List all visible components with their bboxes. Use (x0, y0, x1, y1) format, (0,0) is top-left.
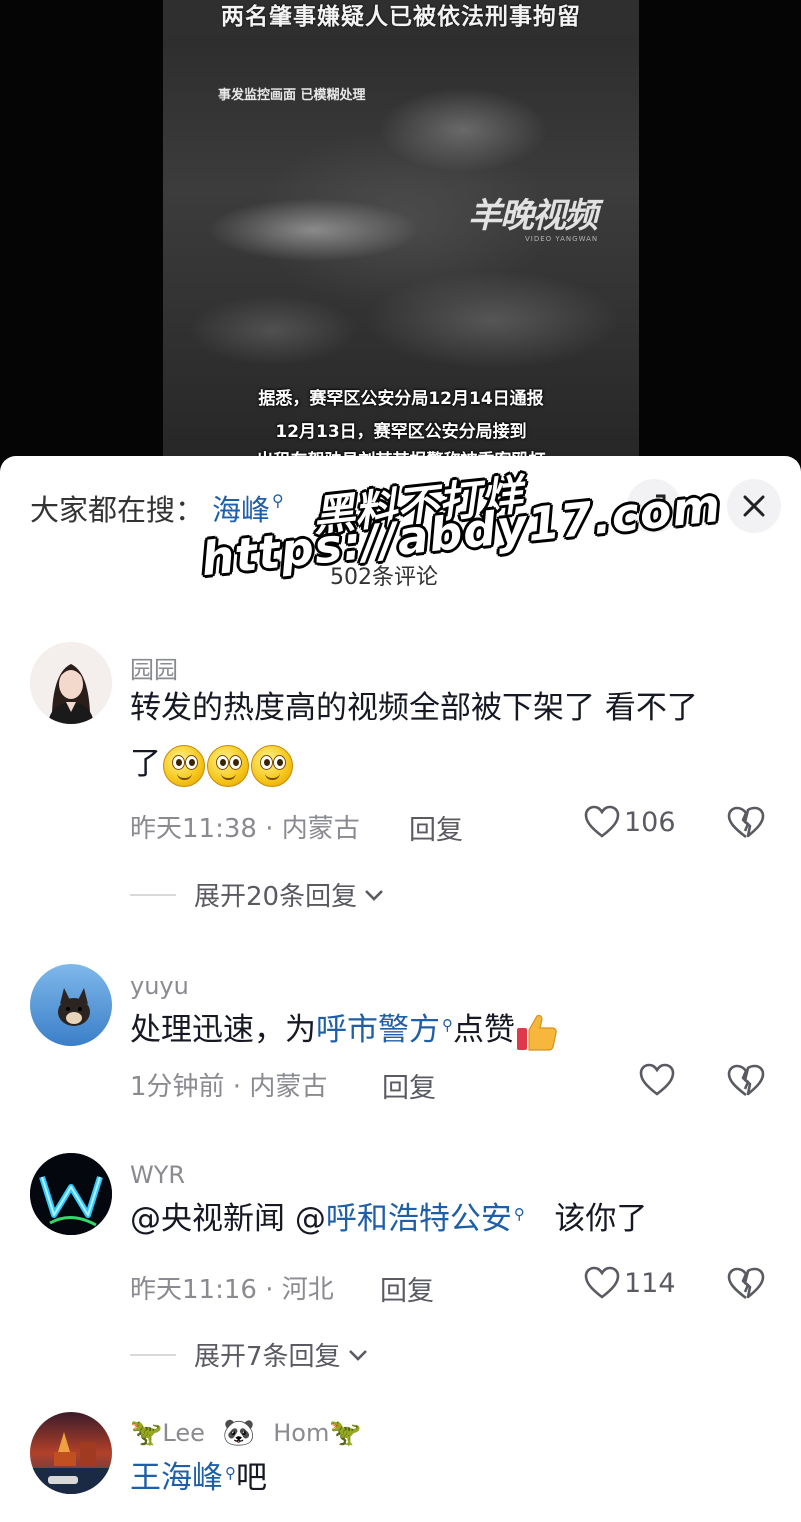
chevron-down-icon (348, 1349, 367, 1361)
comment-text: 转发的热度高的视频全部被下架了 看不了 (130, 690, 698, 726)
video-headline: 两名肇事嫌疑人已被依法刑事拘留 (163, 0, 639, 36)
comment-meta: 昨天11:16 · 河北 (130, 1275, 334, 1305)
video-logo: 羊晚视频 (468, 196, 598, 236)
close-icon (743, 495, 765, 517)
search-icon: ⚲ (513, 1205, 525, 1223)
like-button[interactable] (639, 1063, 679, 1097)
flushed-emoji (251, 744, 293, 787)
comment-text: 了 (130, 736, 293, 792)
reply-button[interactable]: 回复 (409, 808, 463, 847)
search-link[interactable]: 呼和浩特公安 (326, 1201, 512, 1237)
search-icon: ⚲ (442, 1016, 453, 1034)
divider (130, 893, 176, 896)
like-count: 114 (624, 1267, 676, 1299)
expand-replies-label: 展开7条回复 (194, 1342, 341, 1372)
comment-text: @央视新闻 @呼和浩特公安 ⚲ 该你了 (130, 1201, 648, 1237)
like-count: 106 (624, 806, 676, 838)
video-logo-sub: VIDEO YANGWAN (525, 235, 599, 243)
thumbs-up-icon (517, 1014, 557, 1051)
avatar[interactable] (30, 964, 112, 1046)
heart-icon (584, 805, 620, 838)
dislike-button[interactable] (727, 806, 765, 844)
expand-replies[interactable]: 展开7条回复 (130, 1336, 369, 1373)
close-button[interactable] (727, 479, 781, 533)
avatar[interactable] (30, 642, 112, 724)
comment-username[interactable]: WYR (130, 1161, 185, 1189)
like-button[interactable]: 106 (584, 805, 676, 839)
search-link[interactable]: 王海峰 (130, 1460, 223, 1496)
reply-button[interactable]: 回复 (380, 1269, 434, 1308)
trending-search-label: 大家都在搜： (30, 493, 205, 527)
trending-search[interactable]: 大家都在搜： 海峰 ⚲ (30, 486, 284, 530)
trending-search-term[interactable]: 海峰 (212, 487, 270, 529)
broken-heart-icon (727, 1267, 765, 1300)
comment-meta: 昨天11:38 · 内蒙古 (130, 814, 360, 844)
comment-meta: 1分钟前 · 内蒙古 (130, 1072, 328, 1102)
search-icon: ⚲ (272, 490, 284, 510)
broken-heart-icon (727, 1064, 765, 1097)
chevron-down-icon (365, 889, 384, 901)
video-frame[interactable]: 两名肇事嫌疑人已被依法刑事拘留 事发监控画面 已模糊处理 羊晚视频 VIDEO … (163, 0, 639, 470)
expand-replies-label: 展开20条回复 (194, 882, 358, 912)
reply-button[interactable]: 回复 (382, 1066, 436, 1105)
comment-sheet: 大家都在搜： 海峰 ⚲ 502条评论 园园 转发的热度高的视频全部被下架了 看不… (0, 456, 801, 1522)
search-icon: ⚲ (225, 1464, 236, 1482)
divider (130, 1353, 176, 1356)
comment-username[interactable]: 🦖 Lee 🐼 Hom 🦖 (130, 1418, 362, 1448)
panda-icon: 🐼 (222, 1418, 256, 1448)
video-caption: 事发监控画面 已模糊处理 (218, 88, 366, 103)
expand-replies[interactable]: 展开20条回复 (130, 876, 385, 913)
dinosaur-icon: 🦖 (130, 1418, 163, 1448)
video-subtitle: 12月13日，赛罕区公安分局接到 (275, 422, 527, 442)
dislike-button[interactable] (727, 1064, 765, 1102)
heart-icon (584, 1266, 620, 1299)
video-player[interactable]: 两名肇事嫌疑人已被依法刑事拘留 事发监控画面 已模糊处理 羊晚视频 VIDEO … (0, 0, 801, 470)
avatar[interactable] (30, 1412, 112, 1494)
heart-icon (639, 1063, 675, 1096)
comment-text: 处理迅速，为呼市警方 ⚲点赞 (130, 1002, 559, 1063)
flushed-emoji (163, 744, 205, 787)
like-button[interactable]: 114 (584, 1266, 676, 1300)
video-subtitle: 据悉，赛罕区公安分局12月14日通报 (258, 389, 544, 409)
avatar[interactable] (30, 1153, 112, 1235)
comment-username[interactable]: yuyu (130, 972, 189, 1000)
comment-text: 王海峰 ⚲吧 (130, 1460, 267, 1496)
broken-heart-icon (727, 806, 765, 839)
flushed-emoji (207, 744, 249, 787)
dislike-button[interactable] (727, 1267, 765, 1305)
dinosaur-icon: 🦖 (329, 1418, 362, 1448)
search-link[interactable]: 呼市警方 (316, 1012, 440, 1048)
